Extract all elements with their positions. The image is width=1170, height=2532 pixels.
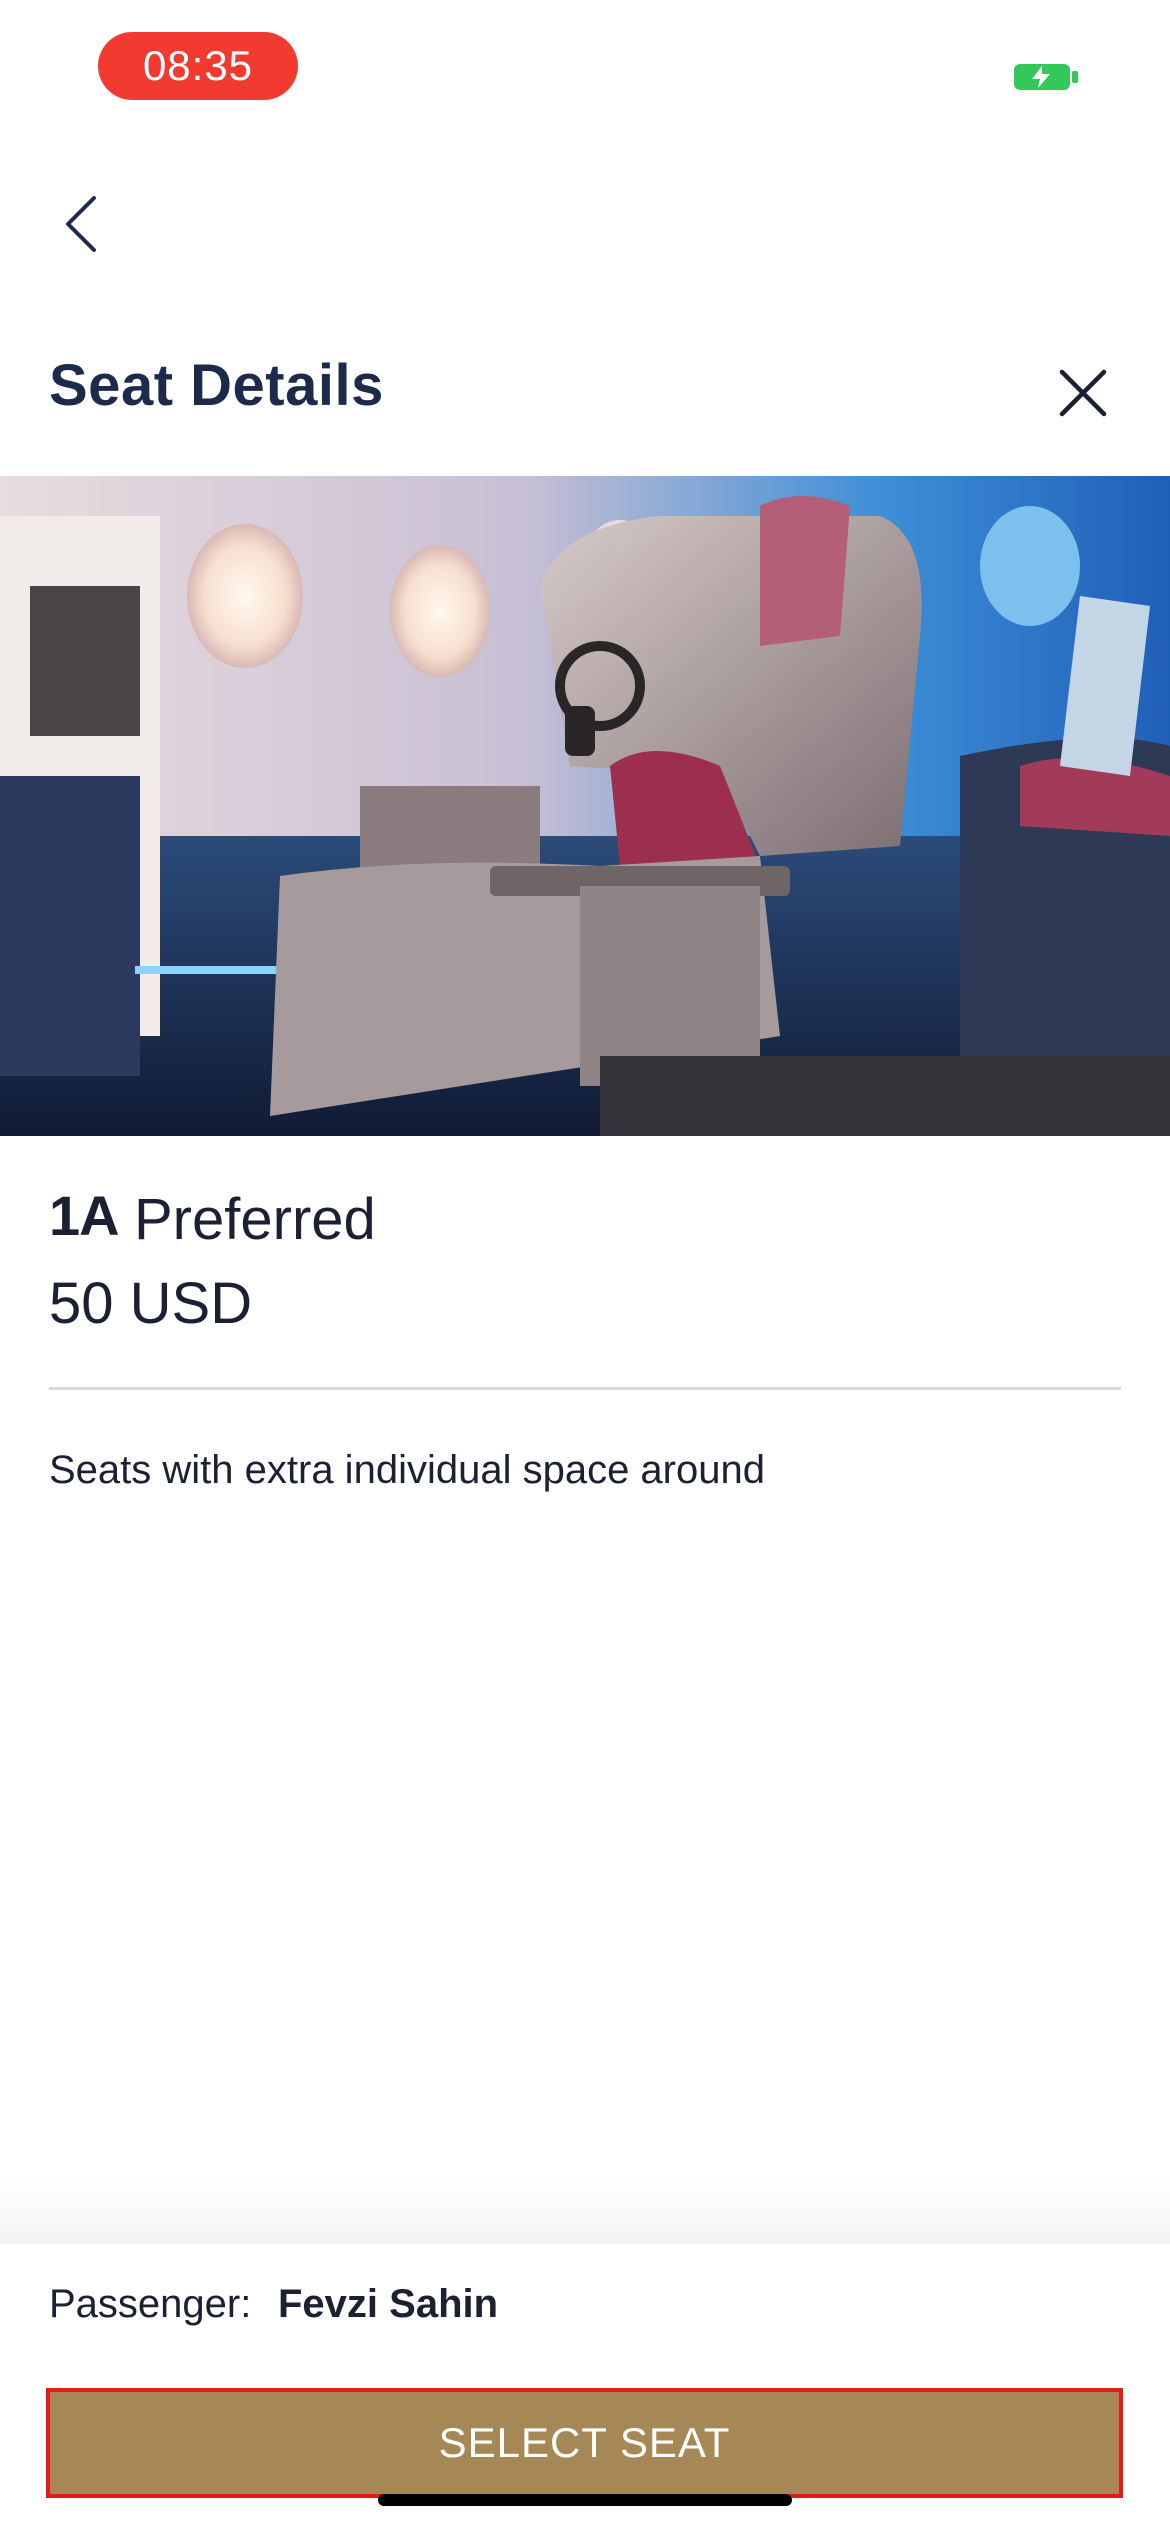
page-title: Seat Details	[49, 353, 384, 418]
home-indicator[interactable]	[378, 2494, 792, 2506]
chevron-left-icon[interactable]	[54, 184, 114, 264]
divider	[49, 1387, 1121, 1390]
bottom-panel-shadow	[0, 2180, 1170, 2244]
status-time: 08:35	[98, 32, 298, 100]
business-class-seat-photo	[0, 476, 1170, 1136]
seat-type: Preferred	[134, 1187, 376, 1252]
seat-number: 1A	[49, 1184, 120, 1247]
seat-details-screen: 08:35 Seat Details 1A Preferred 50 USD S…	[0, 0, 1170, 2532]
seat-price: 50 USD	[49, 1271, 253, 1336]
select-seat-button[interactable]: SELECT SEAT	[46, 2388, 1123, 2498]
passenger-label: Passenger:	[49, 2282, 252, 2326]
close-icon[interactable]	[1056, 366, 1110, 420]
passenger-name: Fevzi Sahin	[278, 2282, 499, 2326]
seat-description: Seats with extra individual space around	[49, 1448, 765, 1492]
battery-charging-icon	[1014, 64, 1078, 90]
